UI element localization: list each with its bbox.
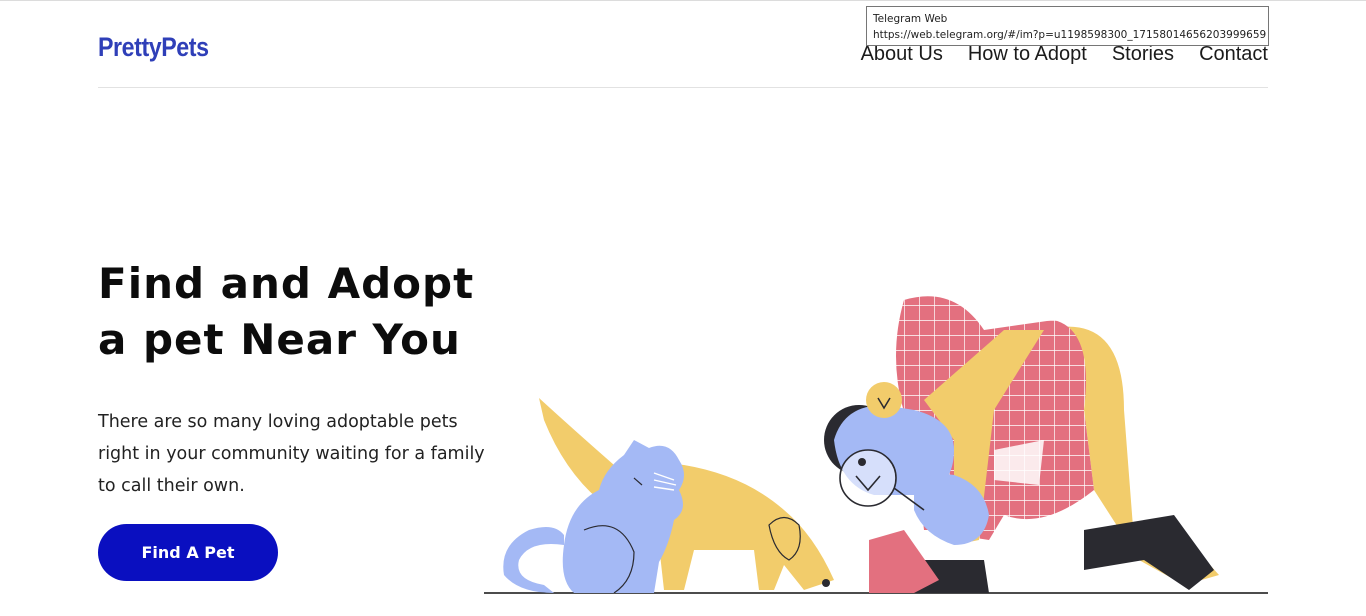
find-a-pet-button[interactable]: Find A Pet — [98, 524, 278, 581]
hero-description: There are so many loving adoptable pets … — [98, 412, 485, 496]
hero-title-line2: a pet Near You — [98, 315, 461, 364]
header-divider — [98, 87, 1268, 88]
link-tooltip: Telegram Web https://web.telegram.org/#/… — [866, 6, 1269, 46]
tooltip-title: Telegram Web — [873, 13, 948, 25]
tooltip-url: https://web.telegram.org/#/im?p=u1198598… — [873, 29, 1267, 41]
adoption-illustration — [484, 296, 1268, 594]
hero-title: Find and Adopt a pet Near You — [98, 256, 518, 368]
hero-title-line1: Find and Adopt — [98, 259, 475, 308]
logo[interactable]: PrettyPets — [98, 32, 209, 63]
top-border — [0, 0, 1366, 1]
